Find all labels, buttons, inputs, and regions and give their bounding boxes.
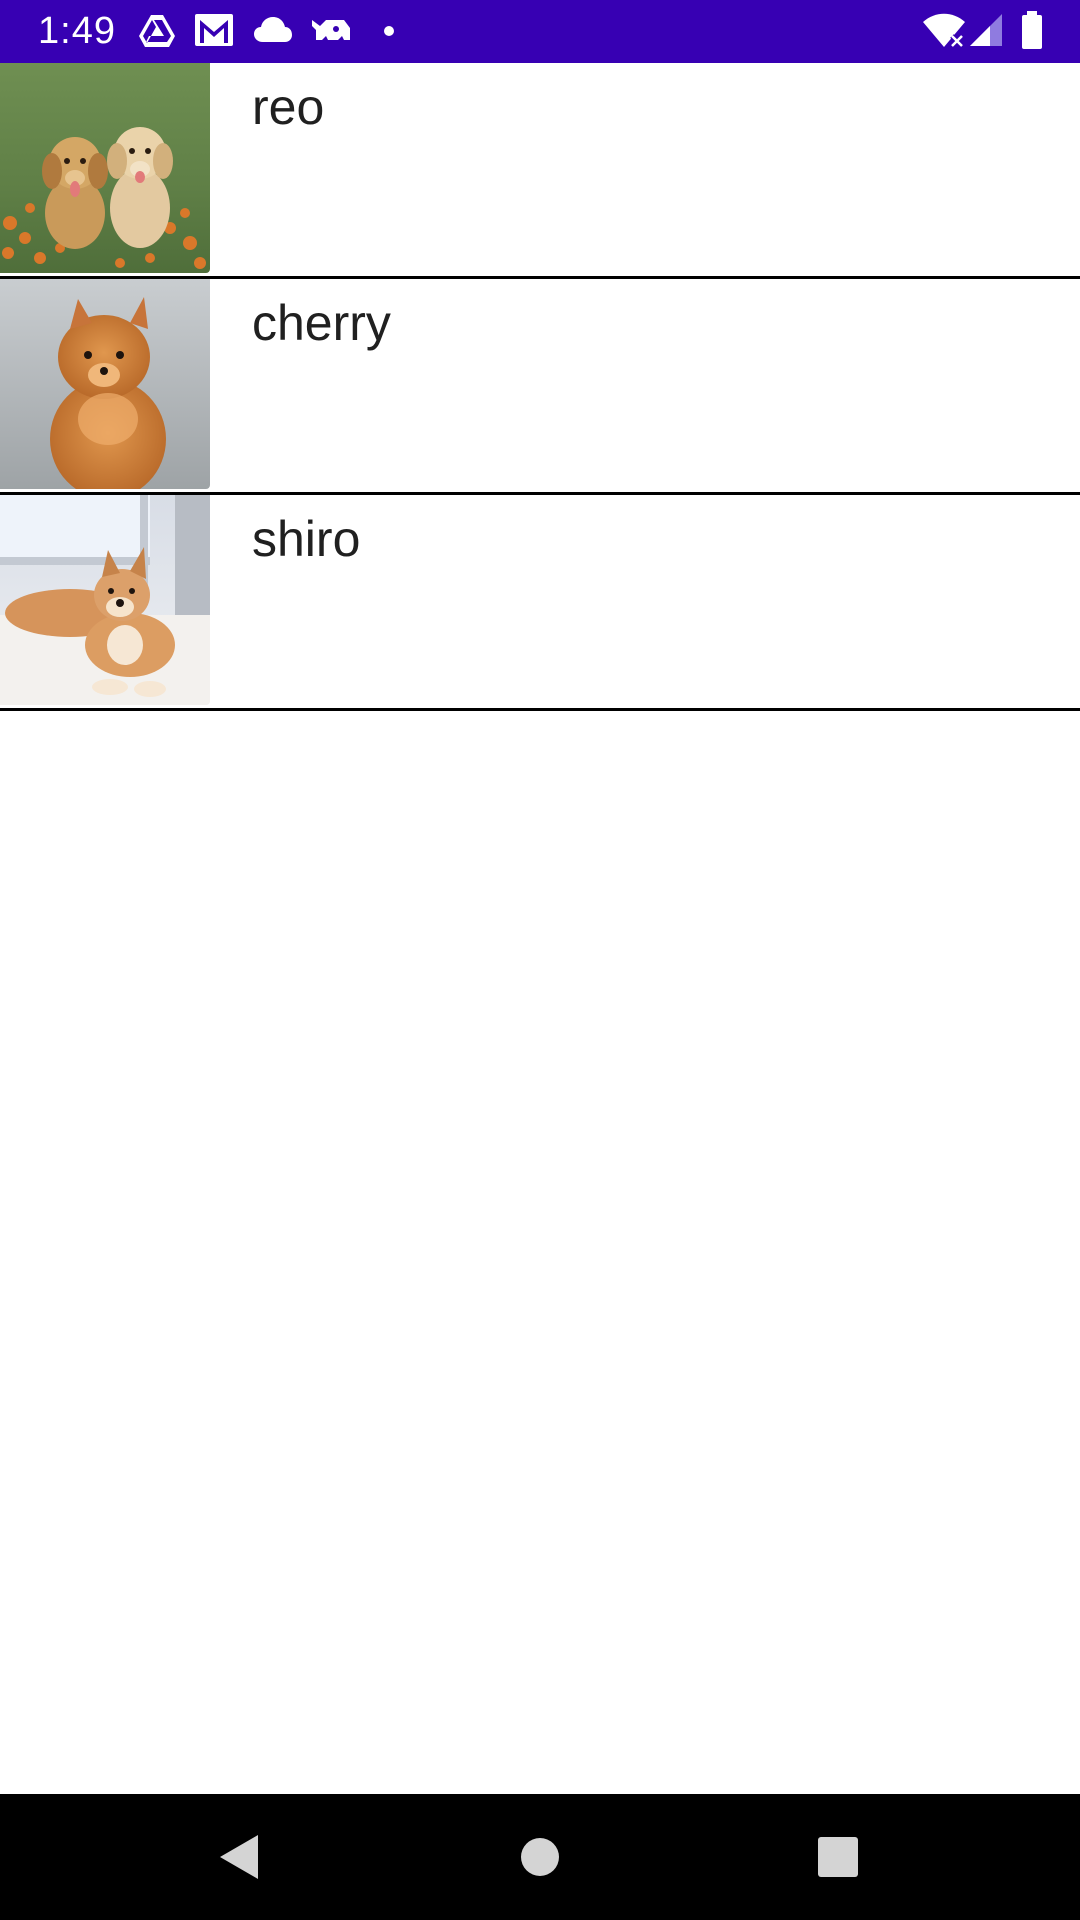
sms-icon xyxy=(312,20,350,40)
signal-icon xyxy=(970,14,1002,46)
status-bar: 1:49 xyxy=(0,0,1080,63)
cloud-icon xyxy=(254,17,292,42)
dog-name: shiro xyxy=(252,511,361,567)
dog-list[interactable]: reo cherry shiro xyxy=(0,63,1080,711)
navigation-bar xyxy=(0,1794,1080,1920)
gmail-icon xyxy=(195,14,233,46)
recents-icon[interactable] xyxy=(808,1827,868,1887)
dog-photo xyxy=(0,279,210,489)
back-icon[interactable] xyxy=(208,1827,268,1887)
app-screen: 1:49 reo cherry shiro xyxy=(0,0,1080,1920)
dog-name: cherry xyxy=(252,295,391,351)
dog-name: reo xyxy=(252,79,325,135)
battery-icon xyxy=(1022,11,1042,49)
status-time: 1:49 xyxy=(38,10,116,52)
drive-icon xyxy=(139,15,175,47)
home-icon[interactable] xyxy=(510,1827,570,1887)
list-item[interactable]: reo xyxy=(0,63,1080,279)
list-item[interactable]: shiro xyxy=(0,495,1080,711)
dog-photo xyxy=(0,63,210,273)
dog-photo xyxy=(0,495,210,705)
list-item[interactable]: cherry xyxy=(0,279,1080,495)
dot-icon xyxy=(384,26,394,36)
wifi-icon xyxy=(923,13,965,48)
